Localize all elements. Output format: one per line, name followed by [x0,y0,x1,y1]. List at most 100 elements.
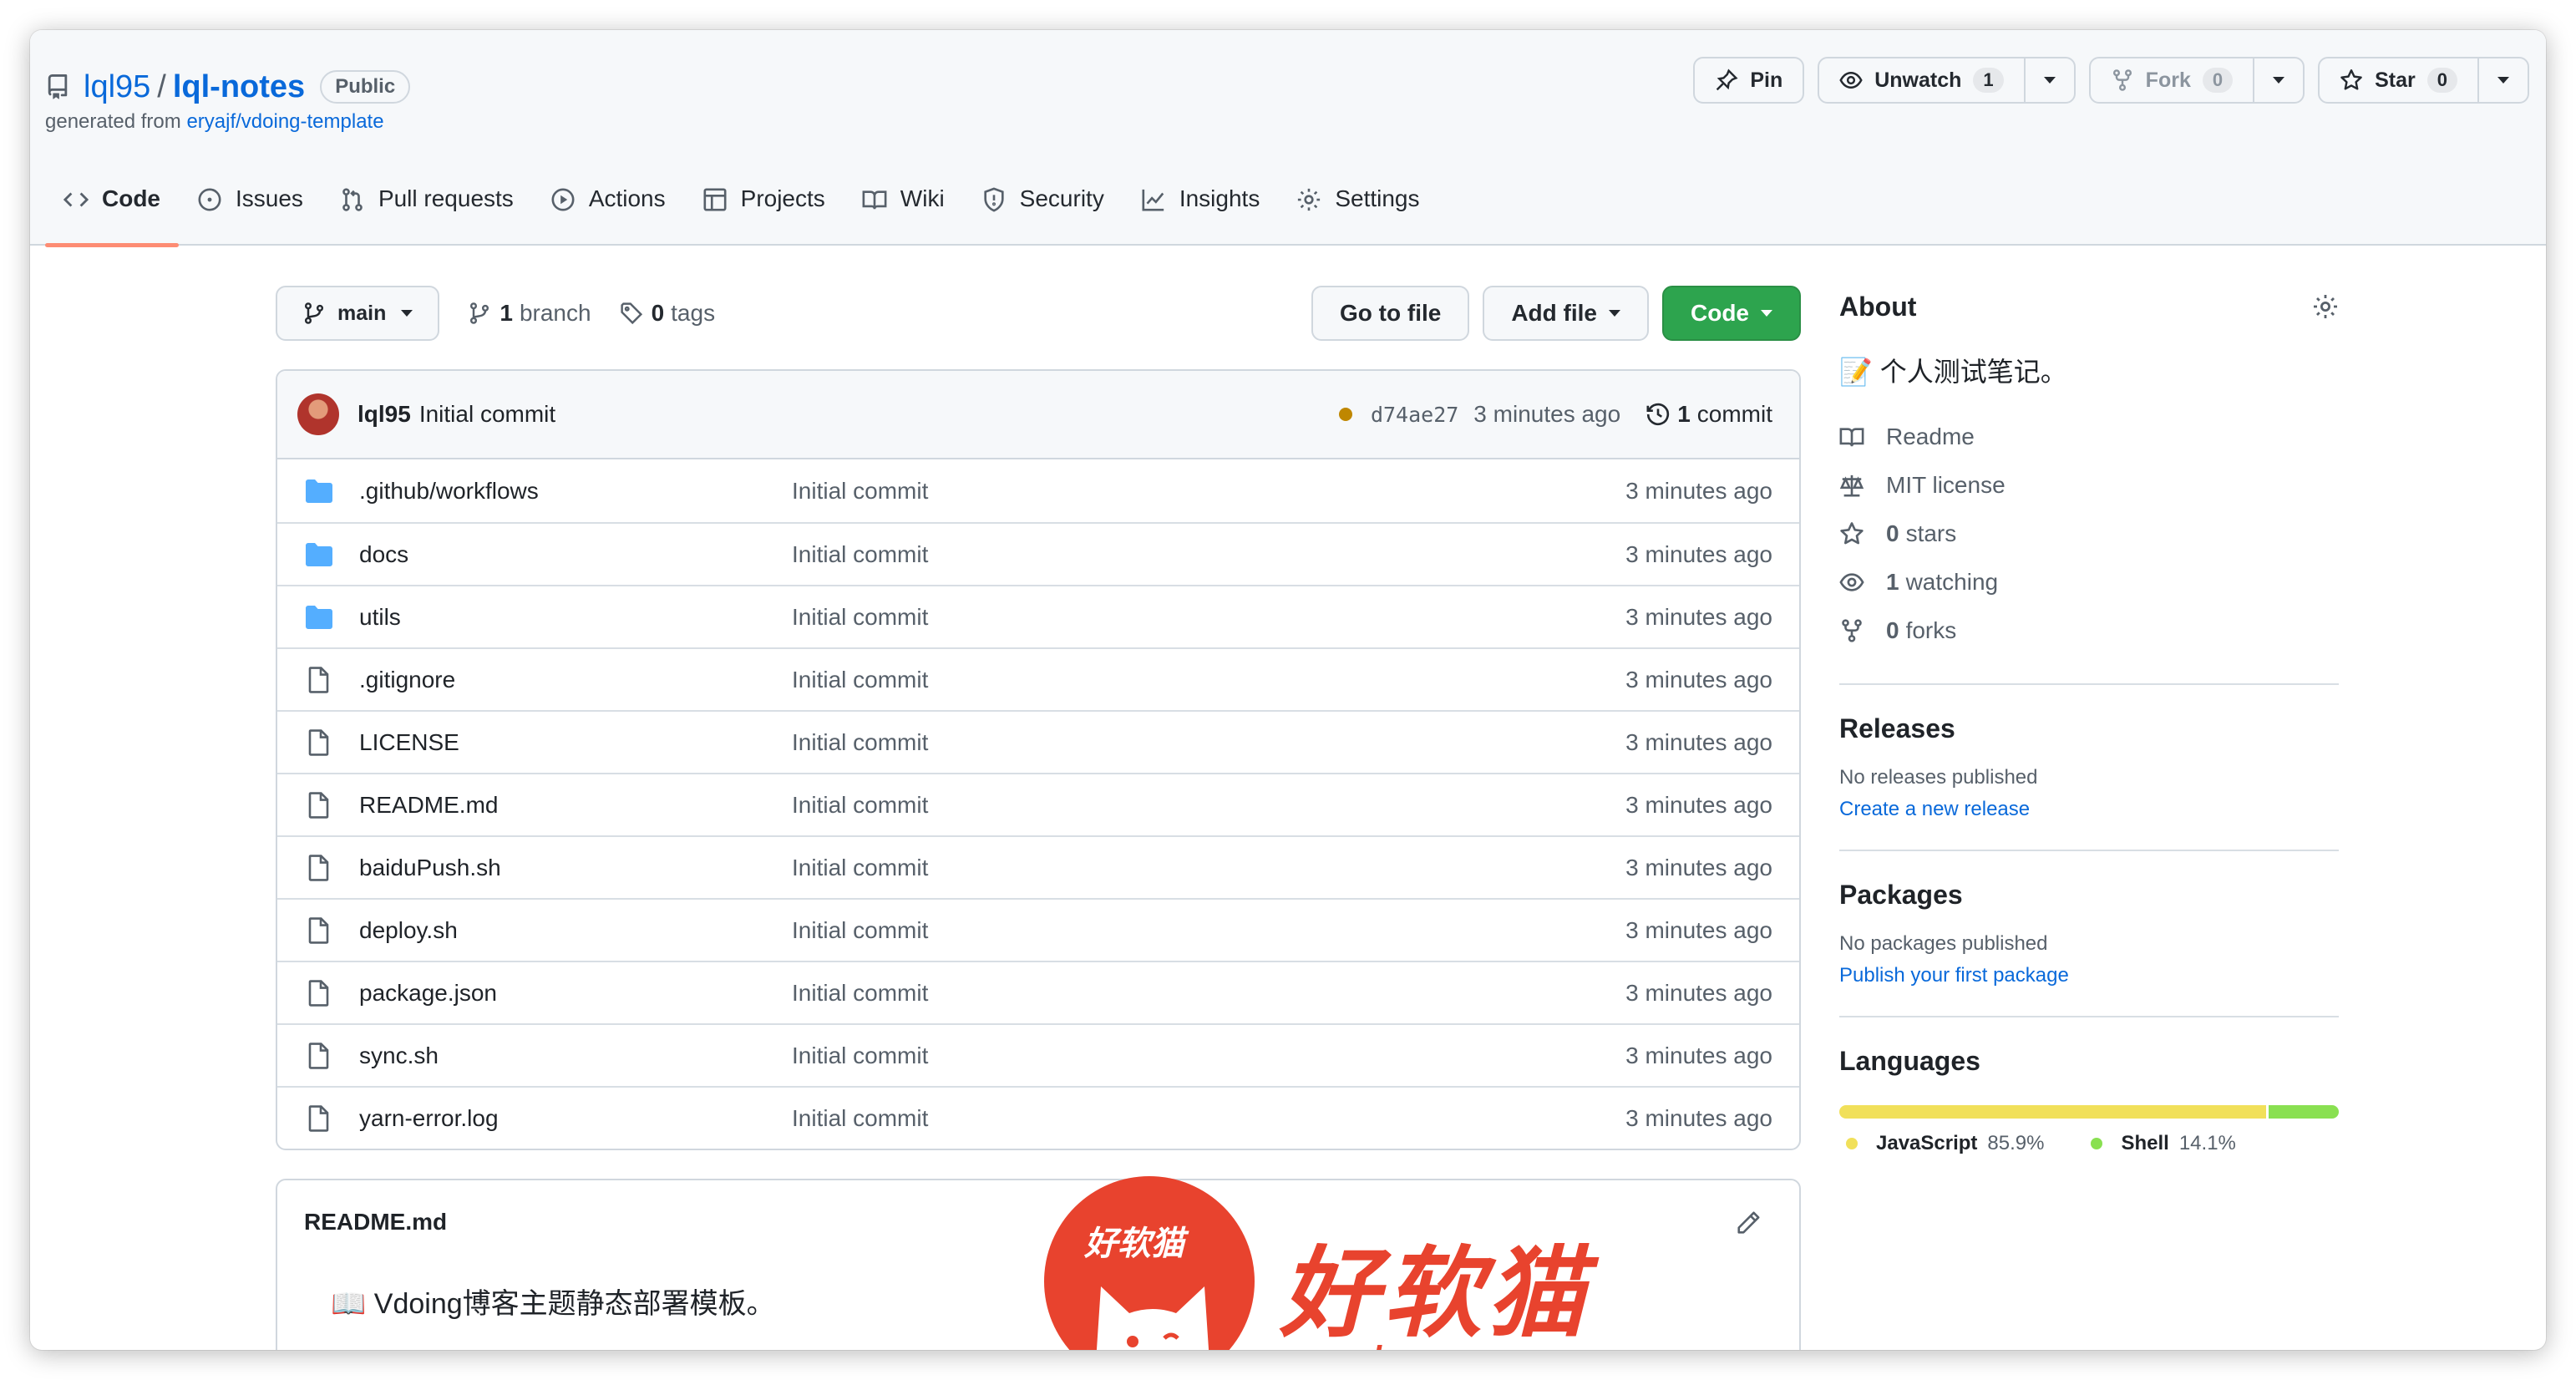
star-icon [1840,522,1864,545]
file-row[interactable]: package.json Initial commit 3 minutes ago [277,961,1799,1023]
file-commit-message-link[interactable]: Initial commit [792,917,928,944]
file-row[interactable]: baiduPush.sh Initial commit 3 minutes ago [277,835,1799,898]
repo-nav-tabs: Code Issues Pull requests Actions Projec… [45,185,1438,247]
file-row[interactable]: .github/workflows Initial commit 3 minutes… [277,459,1799,522]
tab-security[interactable]: Security [963,185,1123,246]
packages-title[interactable]: Packages [1839,880,2339,911]
file-commit-time: 3 minutes ago [1625,916,1772,943]
file-commit-message-link[interactable]: Initial commit [792,541,928,568]
go-to-file-button[interactable]: Go to file [1311,286,1470,341]
file-toolbar: main 1 branch 0 tags Go to file Add file [276,286,1801,341]
file-row[interactable]: utils Initial commit 3 minutes ago [277,585,1799,647]
tab-insights[interactable]: Insights [1123,185,1279,246]
readme-link[interactable]: Readme [1839,413,2339,461]
tab-wiki[interactable]: Wiki [844,185,963,246]
publish-package-link[interactable]: Publish your first package [1839,964,2339,987]
create-release-link[interactable]: Create a new release [1839,798,2339,821]
watch-dropdown[interactable] [2023,58,2074,102]
watching-count: 1 [1886,569,1899,595]
file-icon [308,979,329,1007]
file-commit-time: 3 minutes ago [1625,603,1772,630]
file-name-link[interactable]: docs [359,541,792,568]
star-button[interactable]: Star 0 [2318,57,2529,104]
file-row[interactable]: deploy.sh Initial commit 3 minutes ago [277,898,1799,961]
file-name-link[interactable]: package.json [359,980,792,1007]
file-commit-message-link[interactable]: Initial commit [792,792,928,819]
repo-owner-link[interactable]: lql95 [84,69,150,105]
file-name-link[interactable]: .github/workflows [359,478,792,505]
watchers-link[interactable]: 1 watching [1839,558,2339,606]
branches-link[interactable]: 1 branch [468,300,591,327]
divider [1839,683,2339,685]
file-row[interactable]: sync.sh Initial commit 3 minutes ago [277,1023,1799,1086]
latest-commit-bar: lql95 Initial commit d74ae27 3 minutes a… [277,371,1799,459]
fork-icon [1842,619,1862,642]
tab-pull-requests[interactable]: Pull requests [322,185,532,246]
tab-projects[interactable]: Projects [684,185,844,246]
tab-actions[interactable]: Actions [532,185,684,246]
watermark-title: 好软猫 [1280,1239,1591,1349]
commit-message-link[interactable]: Initial commit [419,401,555,428]
file-commit-time: 3 minutes ago [1625,854,1772,880]
avatar[interactable] [297,393,339,435]
file-name-link[interactable]: LICENSE [359,729,792,756]
file-commit-message-link[interactable]: Initial commit [792,980,928,1007]
commit-sha-link[interactable]: d74ae27 [1371,403,1458,427]
releases-title[interactable]: Releases [1839,713,2339,744]
tag-icon [620,302,642,325]
file-commit-message-link[interactable]: Initial commit [792,604,928,631]
file-commit-message-link[interactable]: Initial commit [792,729,928,756]
add-file-button[interactable]: Add file [1483,286,1649,341]
file-name-link[interactable]: yarn-error.log [359,1105,792,1132]
pencil-icon[interactable] [1736,1210,1761,1235]
license-link[interactable]: MIT license [1839,461,2339,510]
pin-button[interactable]: Pin [1693,57,1805,104]
commits-history-link[interactable]: 1 commit [1645,401,1772,428]
fork-label: Fork [2145,68,2191,92]
tab-settings[interactable]: Settings [1278,185,1438,246]
gear-icon[interactable] [2312,293,2339,320]
forks-count: 0 [1886,617,1899,643]
file-row[interactable]: .gitignore Initial commit 3 minutes ago [277,647,1799,710]
fork-button[interactable]: Fork 0 [2088,57,2305,104]
language-legend-item[interactable]: Shell 14.1% [2084,1132,2236,1155]
file-row[interactable]: docs Initial commit 3 minutes ago [277,522,1799,585]
status-pending-icon[interactable] [1338,408,1352,421]
language-legend-item[interactable]: JavaScript 85.9% [1839,1132,2044,1155]
chevron-down-icon [401,310,413,317]
file-name-link[interactable]: utils [359,604,792,631]
forks-link[interactable]: 0 forks [1839,606,2339,655]
file-row[interactable]: README.md Initial commit 3 minutes ago [277,773,1799,835]
repo-name-link[interactable]: lql-notes [173,69,305,105]
code-dropdown-button[interactable]: Code [1662,286,1801,341]
branch-selector[interactable]: main [276,286,440,341]
file-name-link[interactable]: deploy.sh [359,917,792,944]
file-row[interactable]: yarn-error.log Initial commit 3 minutes ag… [277,1086,1799,1149]
file-commit-message-link[interactable]: Initial commit [792,667,928,693]
file-commit-message-link[interactable]: Initial commit [792,1105,928,1132]
stars-link[interactable]: 0 stars [1839,510,2339,558]
tab-issues[interactable]: Issues [179,185,322,246]
table-icon [703,188,727,211]
unwatch-button[interactable]: Unwatch 1 [1818,57,2076,104]
file-name-link[interactable]: .gitignore [359,667,792,693]
tab-code[interactable]: Code [45,185,179,247]
commit-author-link[interactable]: lql95 [357,401,411,428]
file-commit-message-link[interactable]: Initial commit [792,1043,928,1069]
play-icon [551,188,575,211]
file-commit-message-link[interactable]: Initial commit [792,855,928,881]
template-repo-link[interactable]: eryajf/vdoing-template [186,110,383,133]
tab-label: Code [102,185,160,211]
tags-link[interactable]: 0 tags [620,300,715,327]
releases-empty-text: No releases published [1839,766,2038,789]
file-name-link[interactable]: README.md [359,792,792,819]
file-commit-time: 3 minutes ago [1625,728,1772,755]
star-dropdown[interactable] [2477,58,2528,102]
language-color-dot [1846,1138,1858,1149]
file-name-link[interactable]: baiduPush.sh [359,855,792,881]
file-name-link[interactable]: sync.sh [359,1043,792,1069]
file-row[interactable]: LICENSE Initial commit 3 minutes ago [277,710,1799,773]
watching-label: watching [1905,569,1999,595]
fork-dropdown[interactable] [2253,58,2303,102]
file-commit-message-link[interactable]: Initial commit [792,478,928,505]
